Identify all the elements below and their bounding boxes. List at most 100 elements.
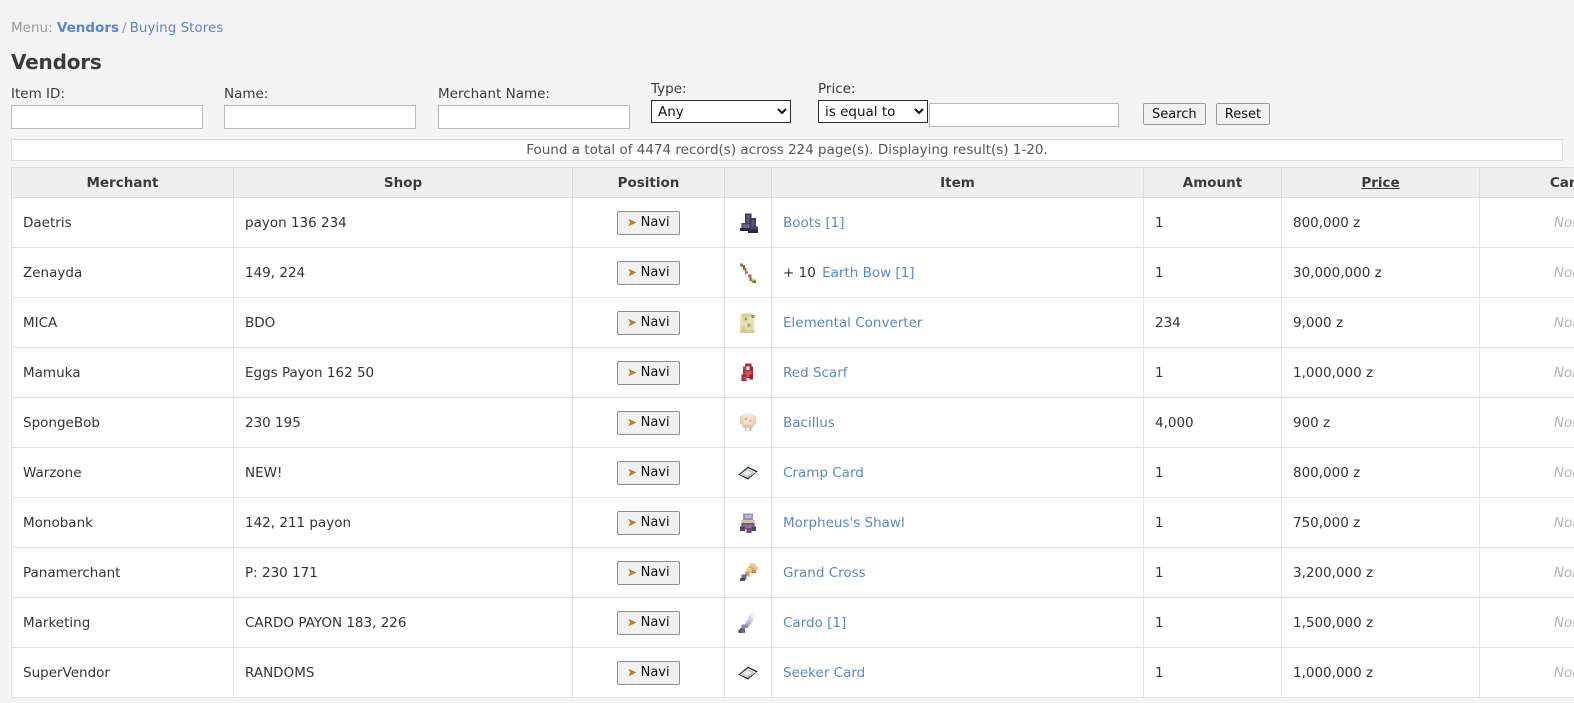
navi-button-label: Navi [640, 664, 670, 680]
navi-button[interactable]: ➤ Navi [617, 660, 680, 685]
cell-amount: 234 [1143, 297, 1282, 348]
navi-button[interactable]: ➤ Navi [617, 460, 680, 485]
item-link[interactable]: Boots [1] [783, 215, 845, 231]
shop-name: Eggs Payon 162 50 [245, 364, 375, 381]
shop-name: 149, 224 [245, 264, 306, 281]
navi-button-label: Navi [640, 364, 670, 380]
amount-value: 1 [1155, 214, 1164, 231]
navi-button-label: Navi [640, 564, 670, 580]
cell-shop: 142, 211 payon [233, 497, 573, 548]
play-arrow-icon: ➤ [627, 315, 637, 329]
cell-cards: None [1479, 347, 1574, 398]
cell-cards: None [1479, 197, 1574, 248]
breadcrumb-separator: / [122, 20, 127, 36]
vendors-page: Menu: Vendors / Buying Stores Vendors Item… [0, 0, 1574, 703]
navi-button[interactable]: ➤ Navi [617, 260, 680, 285]
scroll-icon [735, 310, 761, 336]
price-label: Price: [818, 81, 856, 97]
price-value-input[interactable] [929, 103, 1119, 127]
price-operator-select[interactable]: is equal to [818, 100, 928, 123]
shop-name: CARDO PAYON 183, 226 [245, 614, 407, 631]
cell-item: Seeker Card [771, 647, 1144, 698]
column-header-cards[interactable]: Cards [1479, 167, 1574, 198]
play-arrow-icon: ➤ [627, 465, 637, 479]
item-link[interactable]: Grand Cross [783, 565, 866, 581]
cell-merchant: MICA [11, 297, 234, 348]
navi-button[interactable]: ➤ Navi [617, 560, 680, 585]
merchant-name: Monobank [23, 514, 93, 531]
cell-shop: BDO [233, 297, 573, 348]
filter-merchant-name: Merchant Name: [438, 86, 630, 129]
table-row: Panamerchant P: 230 171 ➤ Navi Grand Cross 1 3… [11, 547, 1574, 598]
price-value: 800,000 z [1293, 214, 1361, 231]
column-header-position[interactable]: Position [572, 167, 725, 198]
cards-value: None [1553, 564, 1574, 581]
navi-button-label: Navi [640, 614, 670, 630]
cell-item: Red Scarf [771, 347, 1144, 398]
item-link[interactable]: Elemental Converter [783, 315, 922, 331]
cell-position: ➤ Navi [572, 547, 725, 598]
cell-merchant: Marketing [11, 597, 234, 648]
navi-button[interactable]: ➤ Navi [617, 510, 680, 535]
cell-merchant: SuperVendor [11, 647, 234, 698]
vendors-table: Merchant Shop Position Item Amount Price… [11, 167, 1574, 698]
navi-button[interactable]: ➤ Navi [617, 610, 680, 635]
cell-price: 9,000 z [1281, 297, 1480, 348]
navi-button[interactable]: ➤ Navi [617, 210, 680, 235]
filter-name: Name: [224, 86, 416, 129]
column-header-price[interactable]: Price [1281, 167, 1480, 198]
cell-position: ➤ Navi [572, 597, 725, 648]
price-value: 750,000 z [1293, 514, 1361, 531]
cell-cards: None [1479, 397, 1574, 448]
vendors-table-wrapper: Merchant Shop Position Item Amount Price… [11, 167, 1574, 698]
cell-item-icon [724, 297, 772, 348]
cell-shop: 149, 224 [233, 247, 573, 298]
table-header: Merchant Shop Position Item Amount Price… [11, 167, 1574, 198]
table-row: SuperVendor RANDOMS ➤ Navi Seeker Card 1 1,000… [11, 647, 1574, 698]
item-link[interactable]: Earth Bow [1] [822, 265, 914, 281]
card-icon [735, 660, 761, 686]
shop-name: 230 195 [245, 414, 301, 431]
navi-button[interactable]: ➤ Navi [617, 360, 680, 385]
cell-item: Cardo [1] [771, 597, 1144, 648]
navi-button[interactable]: ➤ Navi [617, 410, 680, 435]
cell-shop: NEW! [233, 447, 573, 498]
item-link[interactable]: Seeker Card [783, 665, 865, 681]
navi-button[interactable]: ➤ Navi [617, 310, 680, 335]
item-link[interactable]: Cardo [1] [783, 615, 846, 631]
cell-cards: None [1479, 647, 1574, 698]
type-select[interactable]: Any [651, 100, 791, 123]
name-input[interactable] [224, 105, 416, 129]
item-id-input[interactable] [11, 105, 203, 129]
column-header-amount[interactable]: Amount [1143, 167, 1282, 198]
cards-value: None [1553, 214, 1574, 231]
item-link[interactable]: Red Scarf [783, 365, 848, 381]
table-row: Warzone NEW! ➤Navi Cramp Card 1 800,000 z None [11, 447, 1574, 498]
breadcrumb-link-buying-stores[interactable]: Buying Stores [130, 20, 224, 36]
search-button[interactable]: Search [1143, 103, 1206, 125]
item-link[interactable]: Morpheus's Shawl [783, 515, 905, 531]
cards-value: None [1553, 264, 1574, 281]
merchant-name-input[interactable] [438, 105, 630, 129]
cell-merchant: Warzone [11, 447, 234, 498]
column-header-icon [724, 167, 772, 198]
cell-item-icon [724, 547, 772, 598]
column-header-item[interactable]: Item [771, 167, 1144, 198]
column-header-merchant[interactable]: Merchant [11, 167, 234, 198]
play-arrow-icon: ➤ [627, 615, 637, 629]
column-header-shop[interactable]: Shop [233, 167, 573, 198]
navi-button-label: Navi [640, 314, 670, 330]
play-arrow-icon: ➤ [627, 415, 637, 429]
cell-price: 800,000 z [1281, 197, 1480, 248]
reset-button[interactable]: Reset [1215, 103, 1271, 125]
cards-value: None [1553, 664, 1574, 681]
cell-amount: 1 [1143, 497, 1282, 548]
item-link[interactable]: Cramp Card [783, 465, 864, 481]
cell-price: 900 z [1281, 397, 1480, 448]
cards-value: None [1553, 464, 1574, 481]
breadcrumb-link-vendors[interactable]: Vendors [57, 20, 119, 36]
item-link[interactable]: Bacillus [783, 415, 835, 431]
cell-merchant: Daetris [11, 197, 234, 248]
cards-value: None [1553, 364, 1574, 381]
cell-amount: 1 [1143, 547, 1282, 598]
